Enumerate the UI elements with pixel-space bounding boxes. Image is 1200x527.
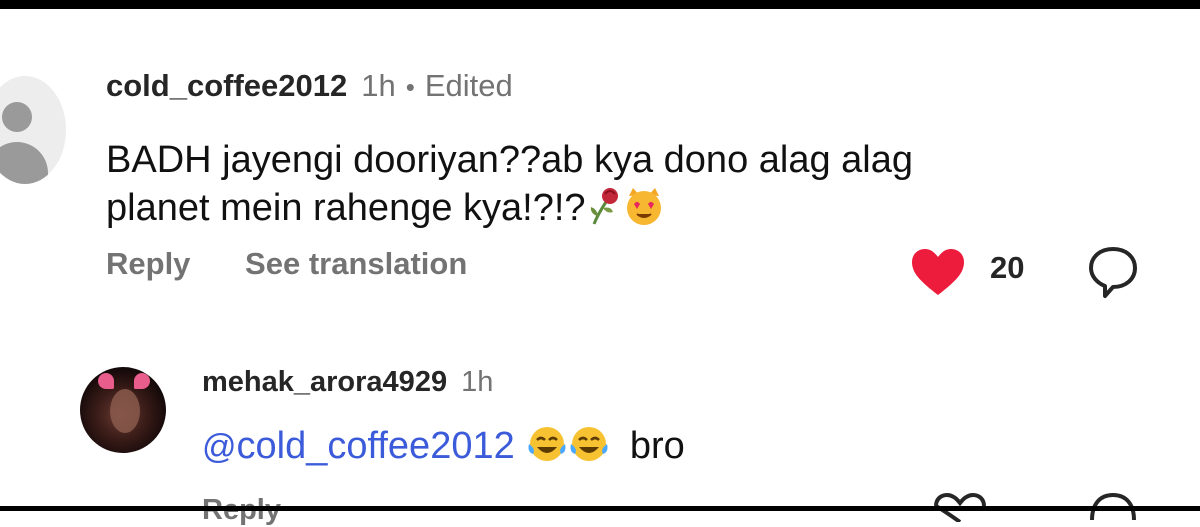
comment-text-line2: planet mein rahenge kya!?!? — [106, 187, 586, 229]
reply-button[interactable]: Reply — [106, 246, 190, 281]
edited-label: Edited — [424, 68, 513, 103]
reply-meta: mehak_arora4929 1h — [202, 366, 493, 399]
reply-text: @cold_coffee2012 bro — [202, 424, 685, 468]
like-count: 20 — [990, 250, 1025, 285]
default-avatar-icon[interactable] — [0, 76, 66, 184]
comment-actions: Reply See translation — [106, 246, 467, 282]
heart-eyes-cat-emoji — [624, 186, 664, 226]
comment-meta: cold_coffee2012 1h • Edited — [106, 68, 513, 104]
reply-text-rest: bro — [629, 425, 685, 467]
reply-username[interactable]: mehak_arora4929 — [202, 366, 447, 399]
see-translation-button[interactable]: See translation — [245, 246, 467, 281]
mention-link[interactable]: @cold_coffee2012 — [202, 425, 515, 467]
avatar[interactable] — [80, 367, 166, 453]
wilted-rose-emoji — [588, 186, 622, 226]
reply-bubble-icon[interactable] — [1086, 244, 1140, 300]
reply-bubble-icon[interactable] — [1086, 490, 1140, 520]
comment-text: BADH jayengi dooriyan??ab kya dono alag … — [106, 136, 1066, 232]
bottom-edge-bar — [0, 506, 1200, 511]
tears-of-joy-emoji — [569, 424, 609, 464]
mention-username: cold_coffee2012 — [236, 425, 515, 467]
comment-time: 1h — [361, 68, 396, 103]
tears-of-joy-emoji — [527, 424, 567, 464]
comment-text-line1: BADH jayengi dooriyan??ab kya dono alag … — [106, 139, 913, 181]
separator-dot: • — [405, 72, 415, 102]
top-edge-bar — [0, 0, 1200, 9]
comment-username[interactable]: cold_coffee2012 — [106, 68, 347, 104]
reply-time: 1h — [461, 366, 494, 398]
mention-symbol: @ — [202, 428, 237, 466]
heart-icon[interactable] — [910, 247, 966, 297]
